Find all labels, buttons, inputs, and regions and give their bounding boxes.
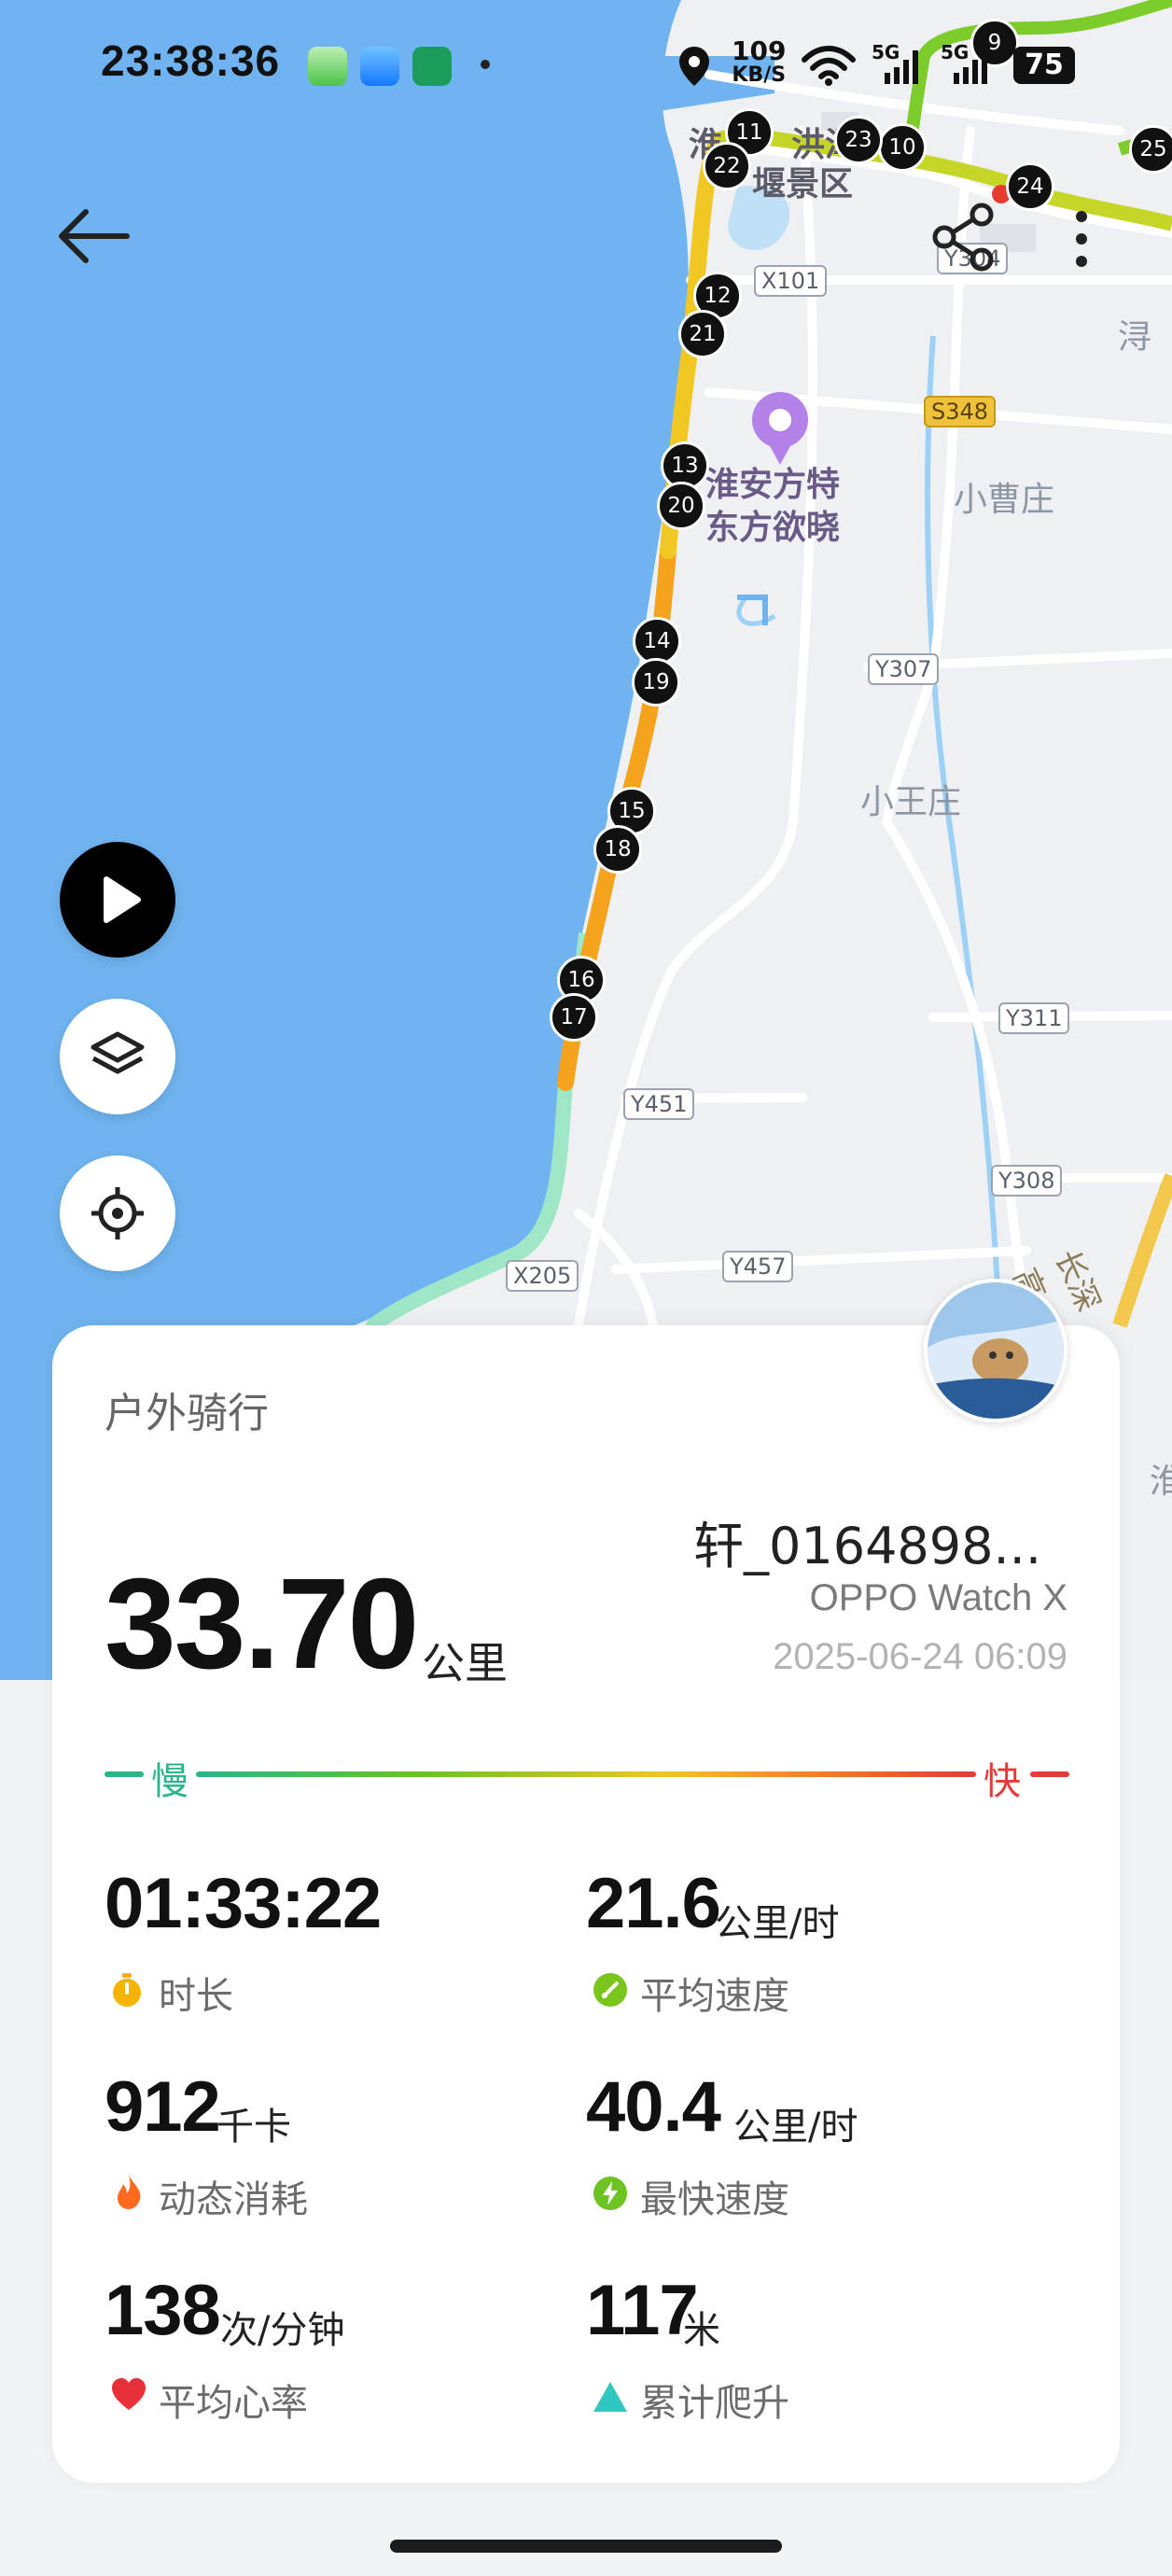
elevation-gain-value: 117 bbox=[586, 2271, 699, 2350]
distance-value: 33.70 bbox=[105, 1552, 419, 1696]
km-marker[interactable]: 20 bbox=[657, 482, 705, 530]
layers-icon bbox=[91, 1031, 145, 1074]
more-button[interactable] bbox=[1069, 209, 1094, 269]
map-label-poi-line1: 淮安方特 bbox=[705, 466, 841, 504]
net-speed-value: 109 bbox=[732, 35, 787, 66]
heart-rate-value: 138 bbox=[105, 2271, 221, 2350]
status-bar: 23:38:36 109 KB/S 5G 5G 75 bbox=[0, 0, 1172, 131]
road-badge-x101: X101 bbox=[754, 265, 828, 297]
map-label-village-1: 小曹庄 bbox=[954, 481, 1055, 519]
signal-icon bbox=[885, 50, 918, 84]
lightning-icon bbox=[593, 2177, 627, 2210]
more-vertical-icon bbox=[1076, 211, 1087, 267]
share-button[interactable] bbox=[929, 202, 1000, 273]
speed-scale-fast: 快 bbox=[984, 1760, 1021, 1803]
calories-value: 912 bbox=[105, 2067, 221, 2147]
max-speed-unit: 公里/时 bbox=[733, 2106, 858, 2149]
net-speed: 109 KB/S bbox=[732, 37, 786, 86]
locate-icon bbox=[91, 1187, 144, 1239]
road-badge-y457: Y457 bbox=[722, 1251, 794, 1282]
home-gesture-handle[interactable] bbox=[390, 2540, 782, 2553]
avatar-image bbox=[928, 1282, 1064, 1419]
road-badge-y307: Y307 bbox=[868, 653, 940, 685]
user-avatar[interactable] bbox=[924, 1279, 1067, 1422]
map-label-village-2: 小王庄 bbox=[860, 783, 962, 821]
activity-type: 户外骑行 bbox=[105, 1390, 269, 1437]
location-icon bbox=[679, 47, 709, 86]
speed-scale-left-segment bbox=[105, 1771, 144, 1777]
speed-gauge-icon bbox=[593, 1973, 627, 2007]
road-badge-y308: Y308 bbox=[991, 1165, 1063, 1197]
km-marker[interactable]: 18 bbox=[593, 825, 642, 874]
distance-unit: 公里 bbox=[422, 1638, 508, 1688]
speed-scale-right-segment bbox=[1030, 1771, 1069, 1777]
km-marker[interactable]: 21 bbox=[678, 310, 727, 358]
heart-rate-unit: 次/分钟 bbox=[220, 2309, 345, 2352]
avg-speed-value: 21.6 bbox=[586, 1864, 721, 1943]
map-label-edge-right: 浔 bbox=[1118, 318, 1152, 357]
calories-unit: 千卡 bbox=[216, 2106, 291, 2149]
back-arrow-icon bbox=[59, 209, 130, 263]
avg-speed-label: 平均速度 bbox=[640, 1975, 789, 2018]
map-label-poi-line2: 东方欲晓 bbox=[705, 509, 841, 547]
back-button[interactable] bbox=[52, 203, 146, 269]
net-speed-unit: KB/S bbox=[732, 63, 787, 87]
notification-dot-icon bbox=[481, 60, 490, 69]
speed-scale-gradient bbox=[196, 1771, 976, 1777]
username: 轩_0164898... bbox=[693, 1517, 1041, 1575]
status-time: 23:38:36 bbox=[101, 36, 281, 85]
km-marker[interactable]: 22 bbox=[703, 142, 751, 190]
speed-scale-slow: 慢 bbox=[151, 1760, 188, 1803]
heart-rate-label: 平均心率 bbox=[159, 2382, 308, 2425]
device-name: OPPO Watch X bbox=[809, 1577, 1067, 1618]
signal-icon-2 bbox=[954, 50, 987, 84]
road-badge-y311: Y311 bbox=[998, 1002, 1070, 1034]
km-marker[interactable]: 25 bbox=[1129, 125, 1172, 174]
duration-value: 01:33:22 bbox=[105, 1864, 382, 1943]
play-icon bbox=[104, 876, 141, 923]
triangle-up-icon bbox=[593, 2382, 627, 2412]
km-marker[interactable]: 24 bbox=[1006, 162, 1054, 211]
road-badge-s348: S348 bbox=[924, 396, 997, 427]
wifi-icon bbox=[802, 46, 856, 86]
road-badge-x205: X205 bbox=[506, 1260, 579, 1292]
heart-icon bbox=[112, 2378, 146, 2410]
app-blue-icon bbox=[360, 47, 399, 86]
flame-icon bbox=[118, 2175, 141, 2209]
calories-label: 动态消耗 bbox=[159, 2178, 308, 2221]
map-label-scenic-c: 堰景区 bbox=[752, 165, 854, 203]
elevation-gain-unit: 米 bbox=[683, 2309, 720, 2352]
share-icon bbox=[932, 203, 994, 272]
oppo-app-icon bbox=[412, 47, 452, 86]
km-marker[interactable]: 17 bbox=[550, 993, 598, 1042]
elevation-gain-label: 累计爬升 bbox=[640, 2382, 789, 2425]
road-badge-y451: Y451 bbox=[623, 1088, 695, 1120]
play-track-button[interactable] bbox=[60, 842, 175, 958]
map-layers-button[interactable] bbox=[60, 999, 175, 1114]
max-speed-value: 40.4 bbox=[586, 2067, 721, 2147]
battery-level: 75 bbox=[1013, 47, 1075, 84]
map-label-edge-right-2: 淮 bbox=[1150, 1463, 1172, 1501]
max-speed-label: 最快速度 bbox=[640, 2178, 789, 2221]
stopwatch-icon bbox=[113, 1973, 141, 2007]
locate-button[interactable] bbox=[60, 1155, 175, 1271]
duration-label: 时长 bbox=[159, 1975, 233, 2018]
activity-datetime: 2025-06-24 06:09 bbox=[773, 1636, 1067, 1677]
app-green-icon bbox=[308, 47, 347, 86]
avg-speed-unit: 公里/时 bbox=[715, 1902, 840, 1945]
km-marker[interactable]: 19 bbox=[632, 658, 680, 707]
